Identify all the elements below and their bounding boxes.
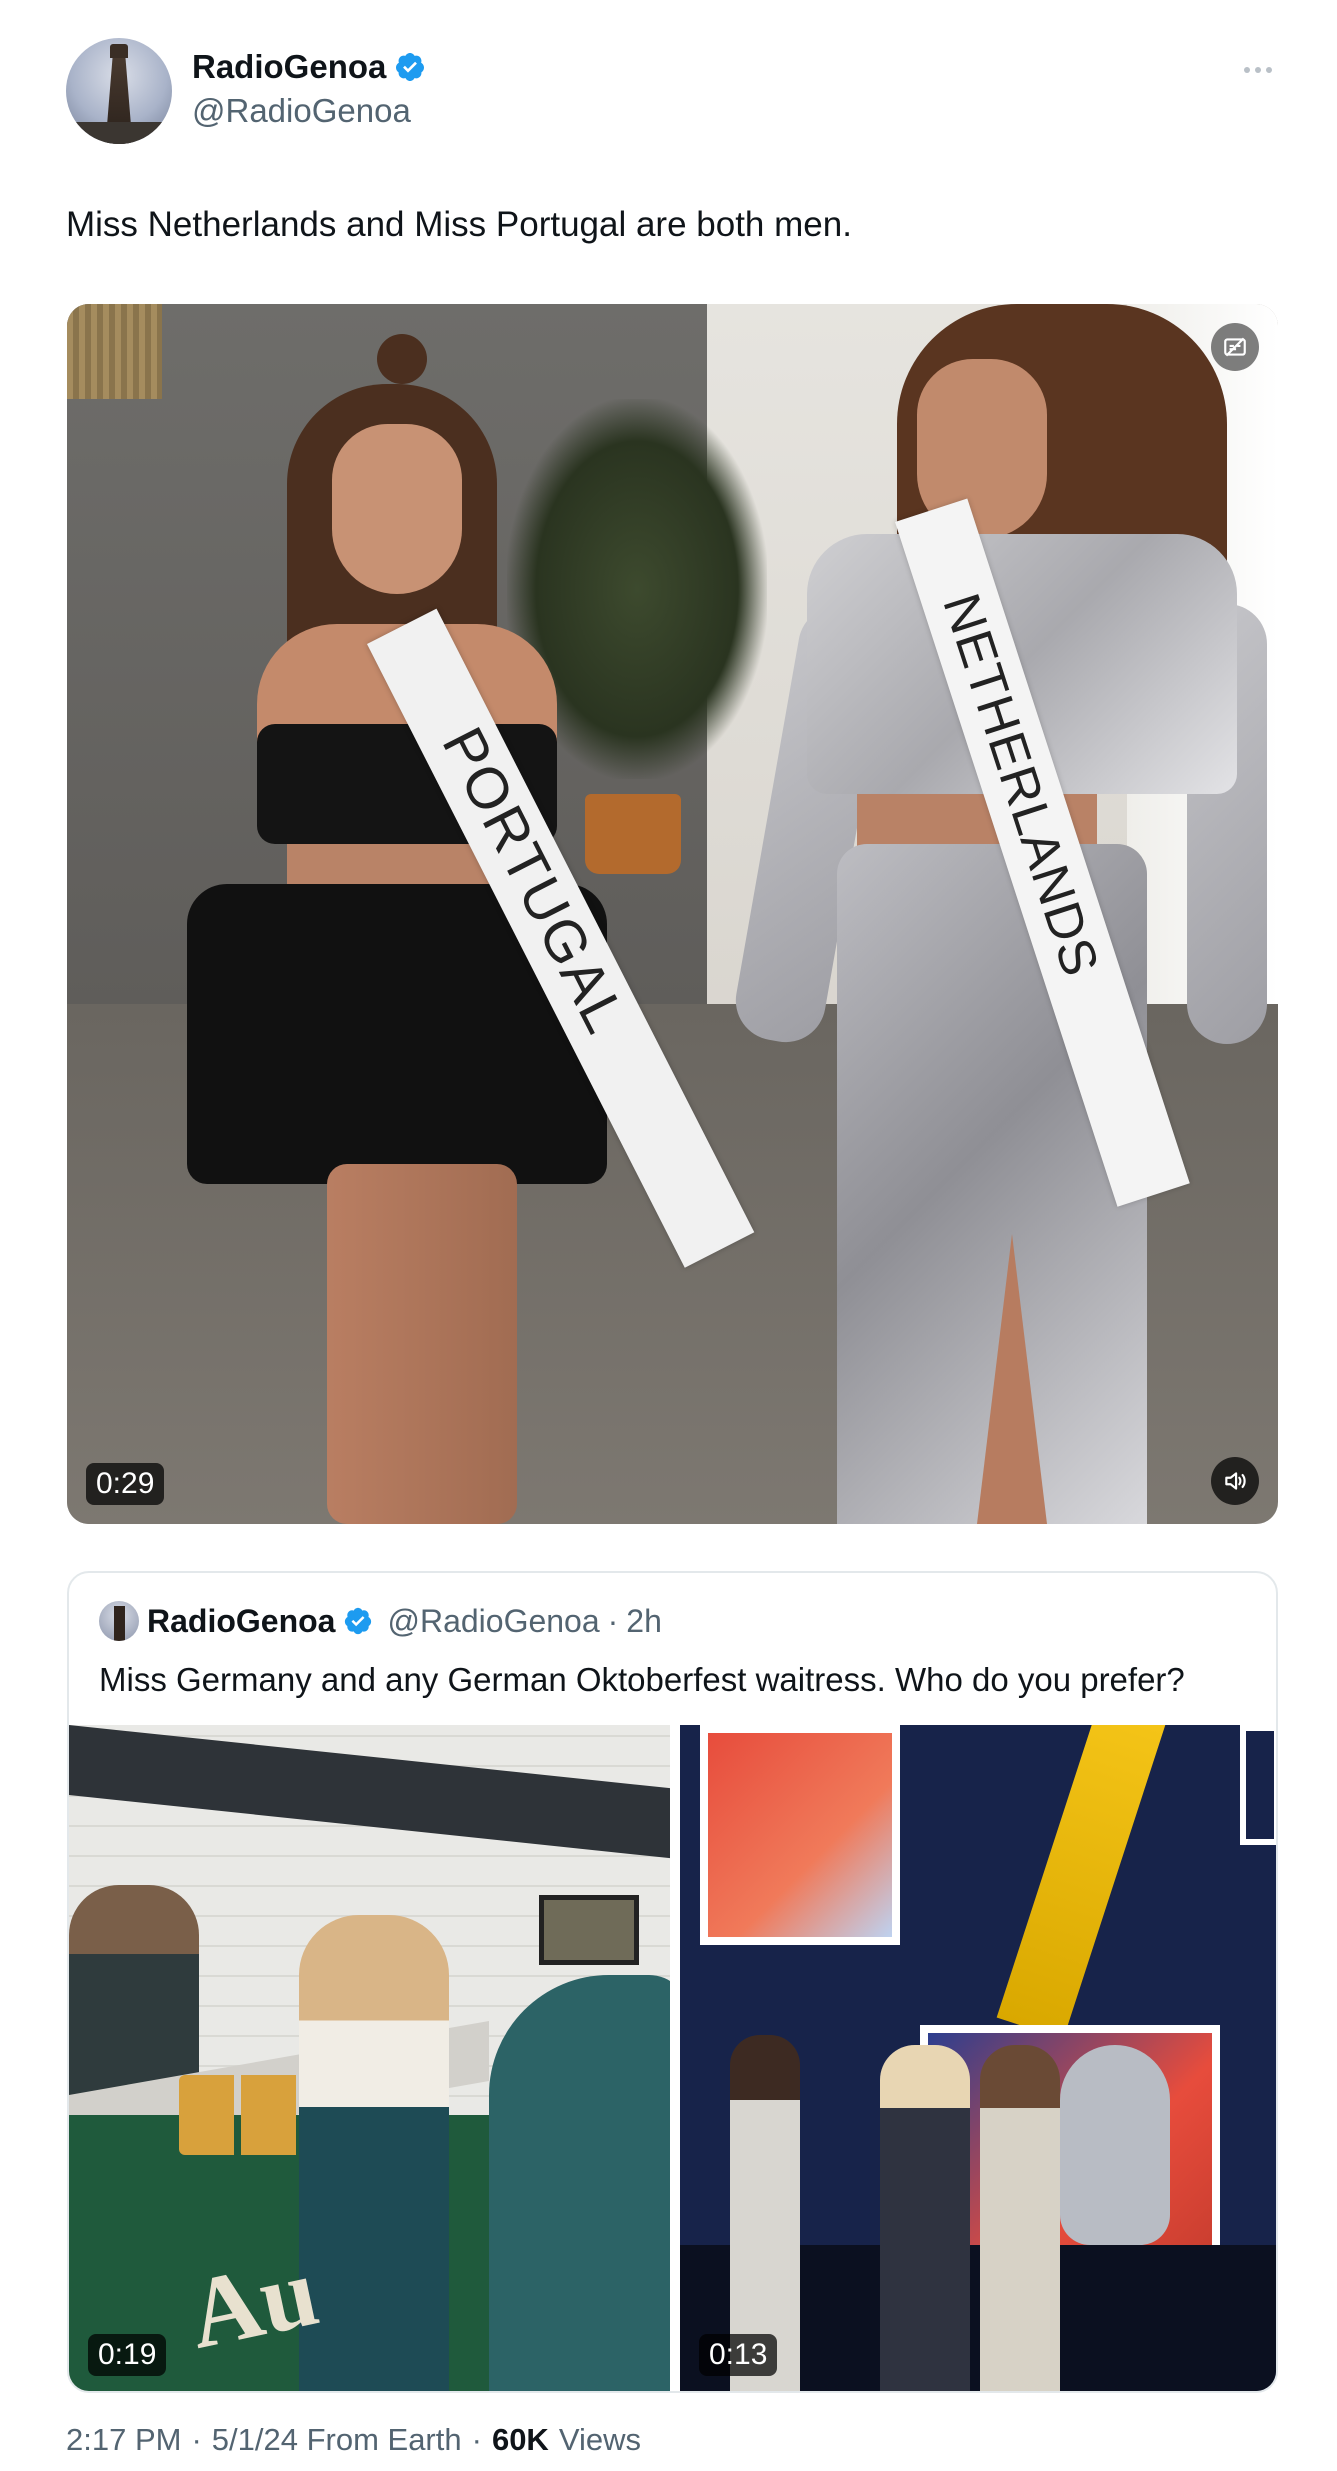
person-right: NETHERLANDS xyxy=(729,304,1278,1524)
tweet-meta: 2:17 PM · 5/1/24 From Earth · 60K Views xyxy=(66,2422,641,2458)
verified-badge-icon xyxy=(396,53,425,81)
video-duration: 0:19 xyxy=(88,2334,167,2376)
quoted-author-avatar[interactable] xyxy=(99,1601,139,1641)
quoted-author-display-name[interactable]: RadioGenoa xyxy=(147,1603,335,1640)
video-duration: 0:13 xyxy=(699,2334,778,2376)
scene-screen-frame-1 xyxy=(700,1725,900,1945)
captions-icon[interactable] xyxy=(1211,323,1259,371)
tweet-header: RadioGenoa @RadioGenoa xyxy=(66,38,1276,148)
quoted-separator: · xyxy=(607,1602,619,1639)
author-avatar[interactable] xyxy=(66,38,172,144)
person-left-bun xyxy=(377,334,427,384)
views-count[interactable]: 60K xyxy=(492,2422,549,2458)
tweet-date-location[interactable]: 5/1/24 From Earth xyxy=(212,2422,462,2458)
quoted-video-1[interactable]: Au 0:19 xyxy=(69,1725,670,2391)
speaker-glyph xyxy=(1225,1472,1246,1490)
quoted-timestamp[interactable]: 2h xyxy=(626,1603,662,1640)
scene-mascot xyxy=(1060,2045,1170,2245)
quoted-tweet-header: RadioGenoa @RadioGenoa · 2h xyxy=(99,1601,662,1641)
author-name-block: RadioGenoa @RadioGenoa xyxy=(192,48,426,130)
sound-icon[interactable] xyxy=(1211,1457,1259,1505)
video-scene-vent xyxy=(67,304,162,399)
verified-badge-icon xyxy=(345,1607,372,1635)
quoted-tweet-card[interactable]: RadioGenoa @RadioGenoa · 2h Miss Germany… xyxy=(67,1571,1278,2393)
tweet-text: Miss Netherlands and Miss Portugal are b… xyxy=(66,205,852,244)
author-display-name[interactable]: RadioGenoa xyxy=(192,48,386,86)
tweet-time[interactable]: 2:17 PM xyxy=(66,2422,181,2458)
person-left-face xyxy=(332,424,462,594)
author-handle[interactable]: @RadioGenoa xyxy=(192,92,426,130)
scene-patron xyxy=(489,1975,670,2391)
meta-separator: · xyxy=(191,2422,202,2457)
captions-glyph xyxy=(1224,337,1246,357)
author-name-row: RadioGenoa xyxy=(192,48,426,86)
quoted-tweet-text: Miss Germany and any German Oktoberfest … xyxy=(99,1661,1185,1698)
meta-separator: · xyxy=(471,2422,482,2457)
person-left: PORTUGAL xyxy=(187,324,755,1524)
quoted-author-handle[interactable]: @RadioGenoa xyxy=(387,1603,599,1640)
main-video-player[interactable]: PORTUGAL NETHERLANDS 0:29 xyxy=(67,304,1278,1524)
more-options-icon[interactable] xyxy=(1240,58,1276,82)
scene-contestant-3 xyxy=(980,2045,1060,2391)
person-left-legs xyxy=(327,1164,517,1524)
views-label: Views xyxy=(558,2422,641,2457)
video-duration: 0:29 xyxy=(86,1463,165,1505)
avatar-ground xyxy=(66,122,172,144)
tower-cap xyxy=(110,44,128,58)
scene-contestant-2 xyxy=(880,2045,970,2391)
scene-tv-screen xyxy=(539,1895,639,1965)
quoted-video-2[interactable]: 0:13 xyxy=(680,1725,1276,2391)
scene-screen-frame-3 xyxy=(1240,1725,1276,1845)
scene-light-beam xyxy=(996,1725,1169,2040)
